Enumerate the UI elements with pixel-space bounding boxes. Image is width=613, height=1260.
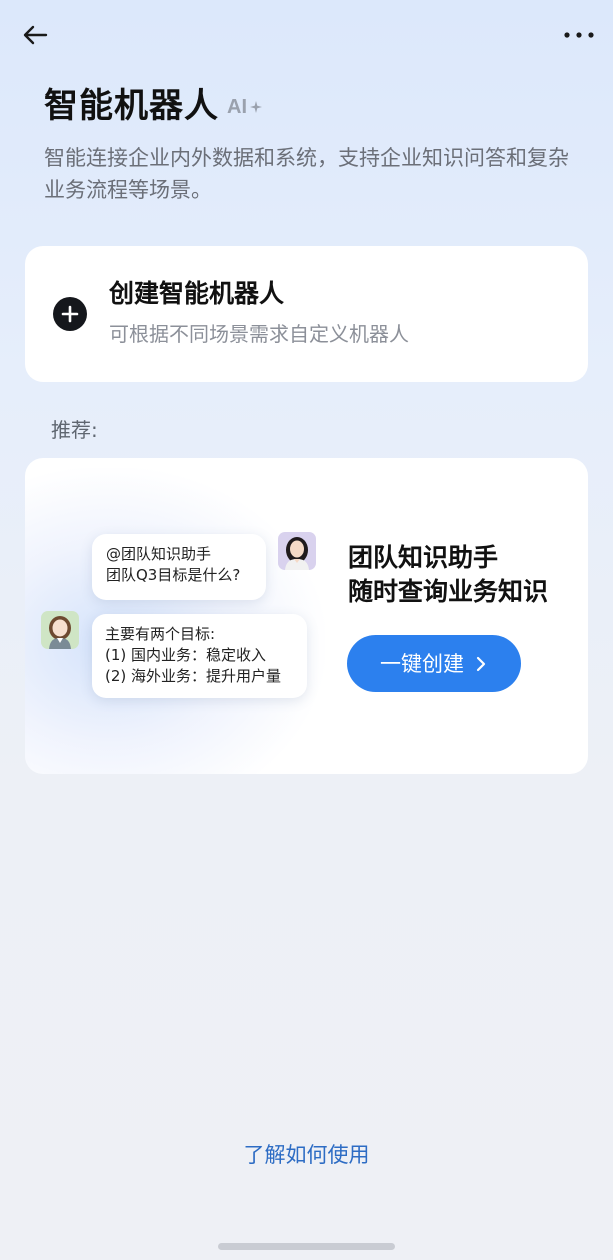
user-avatar bbox=[278, 532, 316, 570]
question-line: @团队知识助手 bbox=[106, 545, 212, 563]
bot-avatar-icon bbox=[41, 611, 79, 649]
ai-badge: AI bbox=[227, 94, 263, 120]
page-description: 智能连接企业内外数据和系统，支持企业知识问答和复杂业务流程等场景。 bbox=[44, 146, 569, 202]
create-robot-card[interactable]: 创建智能机器人 可根据不同场景需求自定义机器人 bbox=[25, 246, 588, 382]
bot-avatar bbox=[41, 611, 79, 649]
one-click-create-label: 一键创建 bbox=[380, 651, 464, 676]
sparkle-icon bbox=[250, 101, 262, 113]
question-bubble: @团队知识助手 团队Q3目标是什么? bbox=[92, 534, 266, 600]
arrow-left-icon bbox=[23, 25, 48, 45]
plus-circle-icon bbox=[53, 297, 87, 331]
create-robot-subtitle: 可根据不同场景需求自定义机器人 bbox=[109, 322, 409, 346]
more-dots-icon bbox=[564, 32, 594, 38]
back-button[interactable] bbox=[18, 18, 54, 54]
recommend-subtitle: 随时查询业务知识 bbox=[348, 577, 549, 606]
learn-how-to-use-link[interactable]: 了解如何使用 bbox=[0, 1140, 613, 1170]
answer-line: 主要有两个目标: bbox=[105, 625, 216, 643]
top-bar bbox=[0, 0, 613, 72]
question-line: 团队Q3目标是什么? bbox=[106, 566, 241, 584]
answer-line: (1) 国内业务：稳定收入 bbox=[105, 646, 267, 664]
one-click-create-button[interactable]: 一键创建 bbox=[347, 635, 521, 692]
recommend-title: 团队知识助手 bbox=[348, 543, 499, 572]
answer-bubble: 主要有两个目标: (1) 国内业务：稳定收入 (2) 海外业务：提升用户量 bbox=[92, 614, 307, 698]
more-button[interactable] bbox=[559, 20, 599, 50]
ai-badge-label: AI bbox=[227, 95, 247, 118]
answer-line: (2) 海外业务：提升用户量 bbox=[105, 667, 282, 685]
home-indicator bbox=[218, 1243, 395, 1250]
recommend-card[interactable]: @团队知识助手 团队Q3目标是什么? 主要有两个目标: (1) 国内业务：稳定收… bbox=[25, 458, 588, 774]
recommend-label: 推荐: bbox=[51, 418, 98, 442]
create-robot-title: 创建智能机器人 bbox=[109, 279, 285, 308]
user-avatar-icon bbox=[278, 532, 316, 570]
chevron-right-icon bbox=[476, 656, 486, 671]
page-title: 智能机器人 bbox=[44, 86, 219, 126]
